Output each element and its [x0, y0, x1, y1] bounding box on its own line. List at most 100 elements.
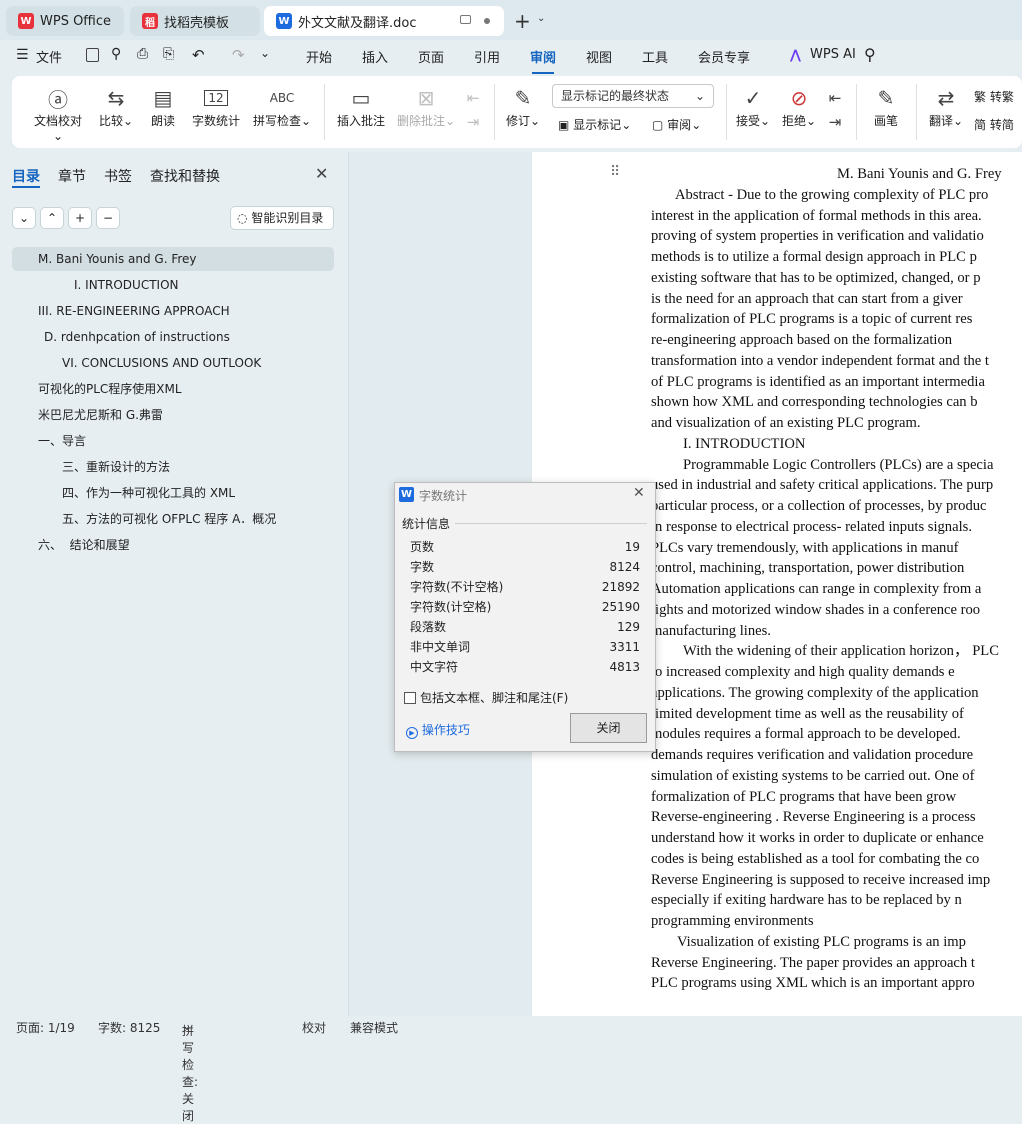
more-icon[interactable]: ⌄	[260, 46, 270, 60]
compare-button[interactable]: ⇆ 比较⌄	[98, 84, 134, 129]
toc-item[interactable]: 六、 结论和展望	[12, 533, 130, 557]
tab-chapters[interactable]: 章节	[58, 166, 86, 186]
tips-link[interactable]: ▶ 操作技巧	[406, 721, 470, 739]
accept-button[interactable]: ✓ 接受⌄	[734, 84, 772, 129]
word-count-button[interactable]: 12 字数统计	[190, 84, 242, 129]
toc-item[interactable]: VI. CONCLUSIONS AND OUTLOOK	[12, 351, 261, 375]
smart-toc-button[interactable]: ◌ 智能识别目录	[230, 206, 334, 230]
menu-page[interactable]: 页面	[418, 47, 444, 66]
status-spell[interactable]: 拼写检查: 关闭 ⌄	[182, 1019, 198, 1123]
reject-button[interactable]: ⊘ 拒绝⌄	[780, 84, 818, 129]
tab-wps-office[interactable]: W WPS Office	[6, 6, 124, 36]
toc-item[interactable]: D. rdenhpcation of instructions	[12, 325, 230, 349]
dialog-close-icon[interactable]: ✕	[633, 485, 645, 501]
toc-item[interactable]: 三、重新设计的方法	[12, 455, 170, 479]
review-pane-button[interactable]: ▢ 审阅⌄	[652, 116, 701, 133]
add-level-button[interactable]: +	[68, 207, 92, 229]
prev-change-icon: ⇤	[828, 89, 842, 107]
checkbox-box[interactable]	[404, 692, 416, 704]
document-line: modules requires a formal approach to be…	[651, 726, 961, 743]
menu-member[interactable]: 会员专享	[698, 47, 750, 66]
show-markup-button[interactable]: ▣ 显示标记⌄	[558, 116, 631, 133]
share-icon[interactable]: ⚲	[111, 46, 121, 62]
menu-references[interactable]: 引用	[474, 47, 500, 66]
toc-item[interactable]: 五、方法的可视化 OFPLC 程序 A．概况	[12, 507, 276, 531]
close-icon[interactable]: ✕	[315, 164, 328, 183]
expand-up-button[interactable]: ⌃	[40, 207, 64, 229]
delete-comment-button[interactable]: ⊠ 删除批注⌄	[396, 84, 456, 129]
document-line: is the need for an approach that can sta…	[651, 290, 963, 307]
undo-icon[interactable]: ↶	[192, 46, 205, 64]
section-divider	[455, 523, 647, 524]
toc-item[interactable]: III. RE-ENGINEERING APPROACH	[12, 299, 230, 323]
new-tab-icon[interactable]: +	[514, 9, 531, 33]
document-line: simulation of existing systems to be car…	[651, 767, 975, 784]
translate-button[interactable]: ⇄ 翻译⌄	[926, 84, 966, 129]
toc-item[interactable]: 四、作为一种可视化工具的 XML	[12, 481, 235, 505]
tab-template[interactable]: 稻 找稻壳模板	[130, 6, 260, 36]
menu-file[interactable]: 文件	[36, 47, 62, 66]
traditional-icon: 繁	[974, 90, 987, 104]
stat-row: 页数 19	[410, 537, 640, 557]
document-line: transformation into a vendor independent…	[651, 352, 989, 369]
menu-home[interactable]: 开始	[306, 47, 332, 66]
document-line: particular process, or a collection of p…	[651, 498, 987, 514]
drag-handle-icon[interactable]: ⠿	[610, 164, 620, 180]
toc-item-label: M. Bani Younis and G. Frey	[38, 252, 197, 266]
markup-select[interactable]: 显示标记的最终状态 ⌄	[552, 84, 714, 108]
status-page[interactable]: 页面: 1/19	[16, 1019, 75, 1036]
menu-view[interactable]: 视图	[586, 47, 612, 66]
pen-icon: ✎	[877, 86, 895, 110]
remove-level-button[interactable]: −	[96, 207, 120, 229]
toc-item[interactable]: M. Bani Younis and G. Frey	[12, 247, 334, 271]
doc-check-icon: ⓐ	[48, 87, 68, 112]
tab-label: WPS Office	[40, 13, 112, 29]
toc-item[interactable]: 可视化的PLC程序使用XML	[12, 377, 182, 401]
menu-review[interactable]: 审阅	[530, 47, 556, 74]
menu-insert[interactable]: 插入	[362, 47, 388, 66]
redo-icon[interactable]: ↷	[232, 46, 245, 64]
insert-comment-button[interactable]: ▭ 插入批注	[334, 84, 388, 129]
stat-row: 段落数 129	[410, 617, 640, 637]
doc-check-button[interactable]: ⓐ 文档校对⌄	[30, 84, 86, 144]
print-preview-icon[interactable]: ⎘	[163, 46, 174, 62]
prev-change-button[interactable]: ⇤ ⇥	[824, 84, 846, 132]
to-simplified-button[interactable]: 简 转简	[974, 116, 1014, 133]
menu-icon[interactable]: ☰	[16, 47, 29, 63]
chevron-down-icon: ⌄	[694, 89, 705, 103]
menu-tools[interactable]: 工具	[642, 47, 668, 66]
stat-label: 段落数	[410, 620, 447, 634]
window-icon[interactable]	[460, 15, 471, 24]
print-icon[interactable]: ⎙	[137, 46, 148, 62]
close-button-label: 关闭	[596, 721, 621, 735]
spell-check-button[interactable]: ABC 拼写检查⌄	[250, 84, 314, 129]
collapse-button[interactable]: ⌄	[12, 207, 36, 229]
to-traditional-button[interactable]: 繁 转繁	[974, 88, 1014, 105]
toc-item[interactable]: 米巴尼尤尼斯和 G.弗雷	[12, 403, 163, 427]
document-line: methods is to utilize a formal design ap…	[651, 249, 977, 265]
toc-item[interactable]: I. INTRODUCTION	[12, 273, 179, 297]
tab-document[interactable]: W 外文文献及翻译.doc	[264, 6, 504, 36]
toc-item[interactable]: 一、导言	[12, 429, 86, 453]
revise-button[interactable]: ✎ 修订⌄	[504, 84, 542, 129]
reject-label: 拒绝	[781, 114, 806, 128]
status-words[interactable]: 字数: 8125	[98, 1019, 160, 1036]
include-footnotes-checkbox[interactable]: 包括文本框、脚注和尾注(F)	[404, 689, 568, 706]
word-doc-icon: W	[276, 13, 292, 29]
tab-find-replace[interactable]: 查找和替换	[150, 166, 220, 186]
chevron-down-icon[interactable]: ⌄	[537, 13, 545, 24]
menu-wps-ai[interactable]: WPS AI	[810, 47, 856, 62]
tab-toc[interactable]: 目录	[12, 166, 40, 186]
status-proof[interactable]: 校对	[302, 1019, 326, 1036]
save-icon[interactable]	[86, 48, 99, 62]
prev-comment-button[interactable]: ⇤ ⇥	[462, 84, 484, 132]
search-icon[interactable]: ⚲	[864, 45, 876, 64]
toc-item-label: I. INTRODUCTION	[74, 278, 179, 292]
separator	[324, 84, 325, 140]
delete-comment-icon: ⊠	[417, 86, 435, 110]
close-button[interactable]: 关闭	[570, 713, 647, 743]
tab-bookmarks[interactable]: 书签	[104, 166, 132, 186]
document-line: PLC programs using XML which is an impor…	[651, 975, 975, 992]
read-aloud-button[interactable]: ▤ 朗读	[148, 84, 178, 129]
pen-button[interactable]: ✎ 画笔	[868, 84, 904, 129]
